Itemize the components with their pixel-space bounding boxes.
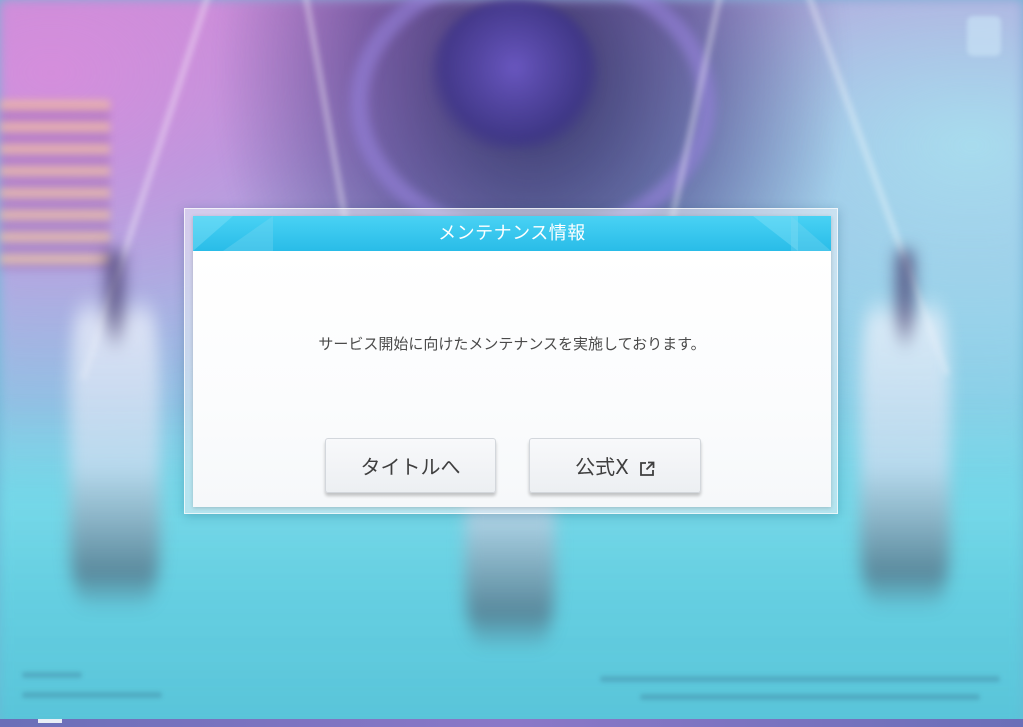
background-character-right <box>860 250 950 610</box>
background-copyright-text <box>600 676 1000 682</box>
background-footer-text <box>22 672 82 678</box>
bottom-bar-notch <box>38 719 62 723</box>
dialog-header: メンテナンス情報 <box>193 216 831 251</box>
to-title-button-label: タイトルへ <box>360 455 461 479</box>
official-x-button-label: 公式X <box>575 455 629 479</box>
background-character-left <box>70 250 160 610</box>
corner-menu-icon <box>967 16 1001 56</box>
background-copyright-text <box>640 694 980 700</box>
official-x-button[interactable]: 公式X <box>529 438 701 493</box>
to-title-button[interactable]: タイトルへ <box>325 438 496 493</box>
bottom-bar <box>0 719 1023 727</box>
dialog-title: メンテナンス情報 <box>438 223 586 244</box>
game-screen: メンテナンス情報 サービス開始に向けたメンテナンスを実施しております。 タイトル… <box>0 0 1023 727</box>
maintenance-dialog-frame: メンテナンス情報 サービス開始に向けたメンテナンスを実施しております。 タイトル… <box>184 208 838 514</box>
external-link-icon <box>639 458 655 476</box>
maintenance-dialog: メンテナンス情報 サービス開始に向けたメンテナンスを実施しております。 タイトル… <box>193 216 831 507</box>
background-footer-text <box>22 692 162 698</box>
dialog-body: サービス開始に向けたメンテナンスを実施しております。 タイトルへ 公式X <box>193 251 831 507</box>
dialog-message: サービス開始に向けたメンテナンスを実施しております。 <box>318 335 706 353</box>
